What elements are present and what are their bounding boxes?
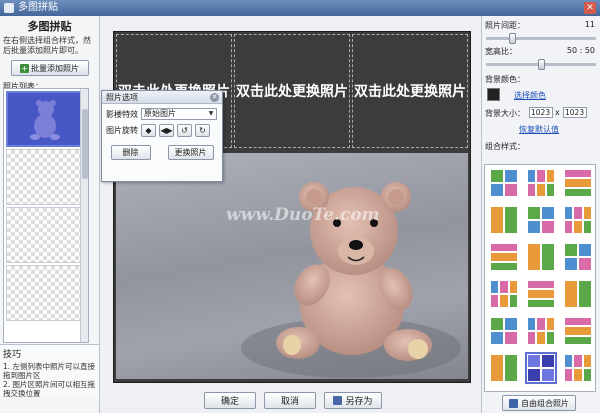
spacing-value: 11 [584,20,595,29]
left-panel-description: 在右侧选择组合样式，然后批量添加照片即可。 [3,36,91,55]
teddy-bear-photo [116,153,468,379]
bg-color-swatch[interactable] [487,88,500,101]
photo-placeholder-cell[interactable]: 双击此处更换照片 [234,34,350,148]
effect-select[interactable]: 原始图片 ▼ [141,108,217,120]
effect-select-value: 原始图片 [144,109,176,118]
photo-thumbnail-selected[interactable] [6,91,82,147]
spacing-slider-knob[interactable] [508,33,516,44]
flip-horizontal-icon[interactable]: ◀▶ [159,124,174,137]
scrollbar-thumb[interactable] [82,109,88,179]
app-icon [4,3,14,13]
tip-item: 2. 图片区照片间可以相互拖拽交换位置 [3,380,96,398]
ratio-value: 50 : 50 [566,46,595,55]
watermark-text: www.DuoTe.com [226,205,380,225]
effect-row: 影楼特效 原始图片 ▼ [102,104,222,120]
rotate-label: 图片旋转 [106,126,138,135]
spacing-slider[interactable] [486,33,596,44]
styles-label: 组合样式： [485,142,525,151]
photo-options-dialog: 照片选项 ✕ 影楼特效 原始图片 ▼ 图片旋转 ◆ ◀▶ ↺ ↻ 删除 更换照片 [101,90,223,182]
dialog-buttons: 删除 更换照片 [102,137,222,160]
empty-photo-slot[interactable] [6,149,82,205]
free-combo-label: 自由组合照片 [521,398,569,408]
batch-add-photos-button[interactable]: + 批量添加照片 [10,60,89,76]
restore-default-link[interactable]: 恢复默认值 [519,124,559,135]
replace-photo-button[interactable]: 更换照片 [167,145,214,160]
window-title: 多图拼贴 [18,2,58,13]
photo-list [3,88,89,343]
bg-size-label: 背景大小： [485,109,525,118]
save-as-label: 另存为 [345,397,373,407]
spacing-label: 照片间距： [485,21,525,30]
right-panel: 照片间距： 11 宽高比： 50 : 50 背景颜色： 选择颜色 背景大小： 1… [481,16,600,413]
delete-photo-button[interactable]: 删除 [110,145,151,160]
window-close-button[interactable]: ✕ [584,2,596,14]
teddy-bear-thumbnail-image [8,93,80,145]
empty-photo-slot[interactable] [6,207,82,263]
ratio-label: 宽高比： [485,47,517,56]
batch-add-label: 批量添加照片 [31,63,79,73]
left-panel-title: 多图拼贴 [27,20,72,33]
rotate-right-icon[interactable]: ↻ [195,124,210,137]
dialog-title-bar: 照片选项 ✕ [102,91,222,104]
free-combo-button[interactable]: 自由组合照片 [502,395,576,411]
collage-canvas: 双击此处更换照片 双击此处更换照片 双击此处更换照片 [113,31,471,383]
save-as-button[interactable]: 另存为 [324,392,382,409]
collage-photo-cell[interactable]: www.DuoTe.com [116,153,468,379]
cancel-button[interactable]: 取消 [264,392,316,409]
save-icon [333,396,343,405]
choose-color-link[interactable]: 选择颜色 [514,90,546,101]
chevron-down-icon: ▼ [208,110,214,117]
rotate-left-icon[interactable]: ↺ [177,124,192,137]
bg-height-input[interactable]: 1023 [563,107,587,118]
add-photo-icon: + [20,63,29,73]
effect-label: 影楼特效 [106,109,138,119]
bg-width-input[interactable]: 1023 [529,107,553,118]
size-separator: x [555,108,560,117]
ratio-slider-knob[interactable] [537,59,545,70]
tips-title: 技巧 [3,350,22,360]
tips-panel: 技巧 1. 左侧列表中照片可以直接拖到图片区 2. 图片区照片间可以相互拖拽交换… [0,344,99,398]
title-bar: 多图拼贴 ✕ [0,0,600,16]
ok-button[interactable]: 确定 [204,392,256,409]
bottom-action-bar: 确定 取消 另存为 [113,392,473,412]
bg-color-label: 背景颜色： [485,75,525,84]
photo-placeholder-cell[interactable]: 双击此处更换照片 [352,34,468,148]
flip-vertical-icon[interactable]: ◆ [141,124,156,137]
photo-list-scrollbar[interactable] [80,89,88,342]
grid-icon [509,398,518,408]
tip-item: 1. 左侧列表中照片可以直接拖到图片区 [3,362,96,380]
rotate-row: 图片旋转 ◆ ◀▶ ↺ ↻ [102,120,222,137]
empty-photo-slot[interactable] [6,265,82,321]
close-icon[interactable]: ✕ [210,93,219,102]
dialog-title: 照片选项 [106,93,138,102]
ratio-slider[interactable] [486,59,596,70]
